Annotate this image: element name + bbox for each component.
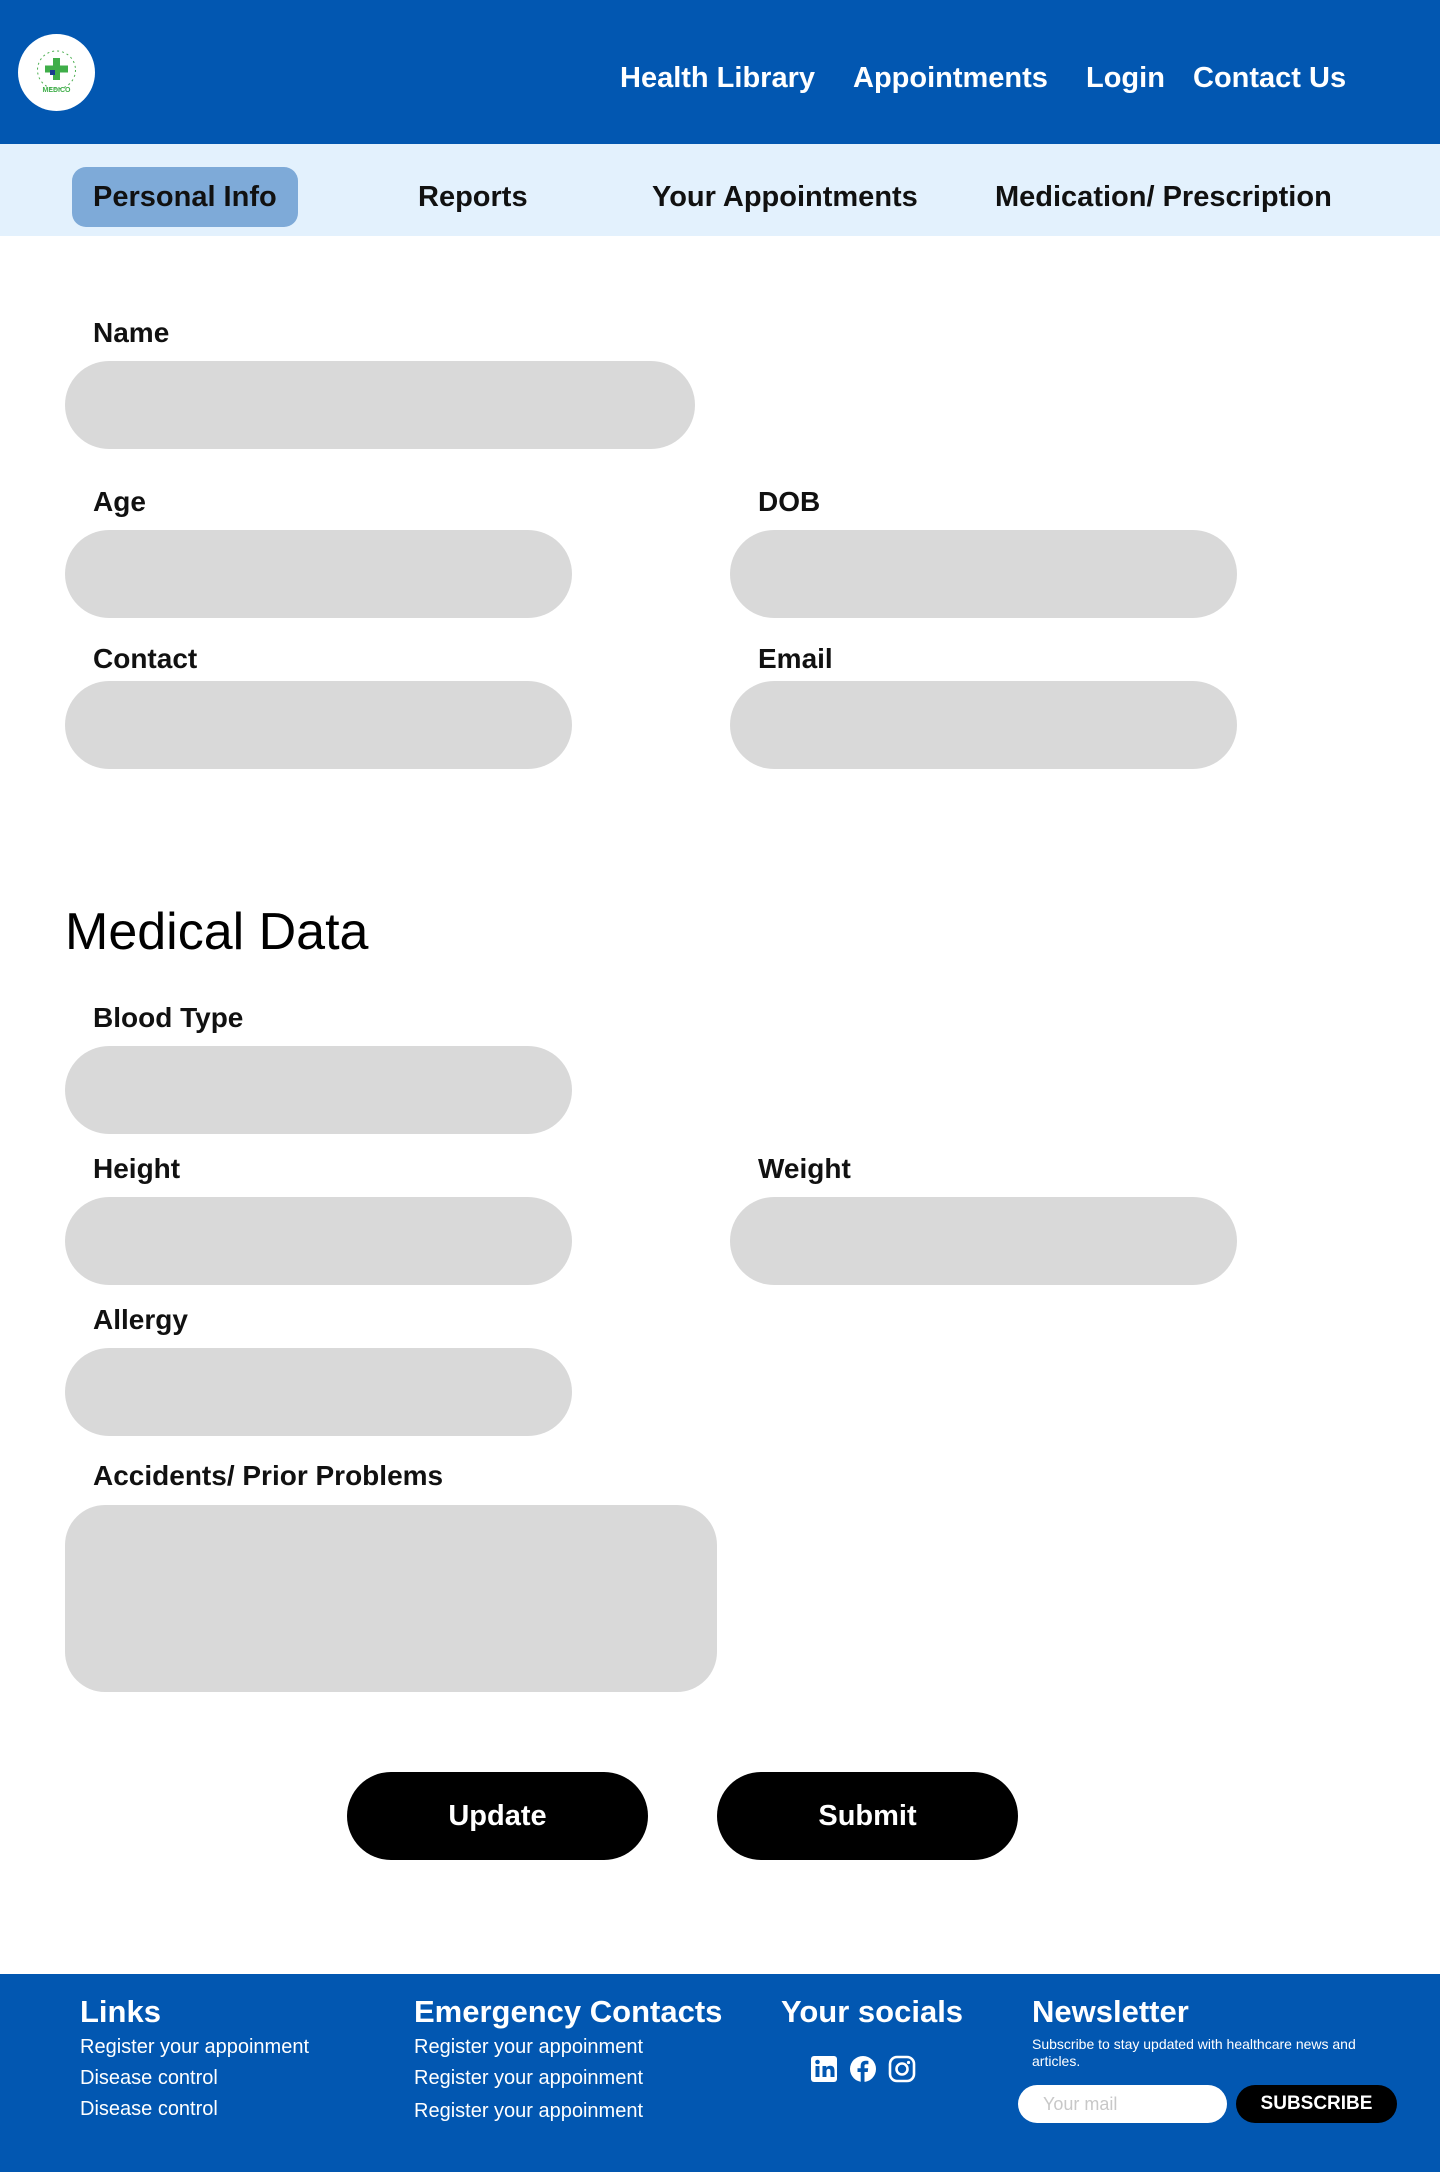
facebook-icon[interactable] — [848, 2054, 878, 2084]
height-field[interactable] — [65, 1197, 572, 1285]
dob-label: DOB — [758, 486, 821, 517]
accidents-field[interactable] — [65, 1505, 717, 1692]
tab-your-appointments[interactable]: Your Appointments — [652, 167, 918, 227]
nav-health-library[interactable]: Health Library — [620, 58, 815, 98]
dob-field[interactable] — [730, 530, 1237, 618]
footer-emergency-link[interactable]: Register your appoinment — [414, 2065, 643, 2091]
medical-data-title: Medical Data — [65, 903, 369, 961]
age-label: Age — [93, 486, 146, 517]
tab-medication-prescription[interactable]: Medication/ Prescription — [995, 167, 1332, 227]
allergy-label: Allergy — [93, 1304, 188, 1335]
linkedin-icon[interactable] — [809, 2054, 839, 2084]
logo-cross-icon — [37, 50, 76, 90]
update-button[interactable]: Update — [347, 1772, 648, 1860]
logo-text: MEDICO — [42, 87, 71, 94]
site-footer: Links Register your appoinment Disease c… — [0, 1974, 1440, 2172]
blood-type-field[interactable] — [65, 1046, 572, 1134]
footer-link[interactable]: Disease control — [80, 2096, 218, 2122]
tab-reports[interactable]: Reports — [418, 167, 528, 227]
weight-label: Weight — [758, 1153, 851, 1184]
footer-emergency-title: Emergency Contacts — [414, 1994, 723, 2029]
site-header: MEDICO Health Library Appointments Login… — [0, 0, 1440, 144]
blood-type-label: Blood Type — [93, 1002, 244, 1033]
allergy-field[interactable] — [65, 1348, 572, 1436]
accidents-label: Accidents/ Prior Problems — [93, 1460, 444, 1491]
newsletter-description: Subscribe to stay updated with healthcar… — [1032, 2036, 1356, 2069]
age-field[interactable] — [65, 530, 572, 618]
email-label: Email — [758, 643, 833, 674]
nav-appointments[interactable]: Appointments — [853, 58, 1048, 98]
weight-field[interactable] — [730, 1197, 1237, 1285]
tab-personal-info[interactable]: Personal Info — [72, 167, 298, 227]
subscribe-button[interactable]: SUBSCRIBE — [1236, 2085, 1397, 2123]
footer-socials-title: Your socials — [781, 1994, 964, 2029]
medico-logo[interactable]: MEDICO — [18, 34, 95, 111]
newsletter-email-input[interactable] — [1018, 2085, 1227, 2123]
name-field[interactable] — [65, 361, 695, 449]
footer-link[interactable]: Register your appoinment — [80, 2034, 309, 2060]
profile-tabs: Personal Info Reports Your Appointments … — [0, 144, 1440, 236]
email-field[interactable] — [730, 681, 1237, 769]
instagram-icon[interactable] — [887, 2054, 917, 2084]
contact-label: Contact — [93, 643, 198, 674]
footer-link[interactable]: Disease control — [80, 2065, 218, 2091]
name-label: Name — [93, 317, 170, 348]
contact-field[interactable] — [65, 681, 572, 769]
submit-button[interactable]: Submit — [717, 1772, 1018, 1860]
footer-emergency-link[interactable]: Register your appoinment — [414, 2034, 643, 2060]
footer-emergency-link[interactable]: Register your appoinment — [414, 2098, 643, 2124]
footer-newsletter-title: Newsletter — [1032, 1994, 1189, 2029]
nav-login[interactable]: Login — [1086, 58, 1165, 98]
nav-contact-us[interactable]: Contact Us — [1193, 58, 1346, 98]
height-label: Height — [93, 1153, 181, 1184]
footer-links-title: Links — [80, 1994, 161, 2029]
